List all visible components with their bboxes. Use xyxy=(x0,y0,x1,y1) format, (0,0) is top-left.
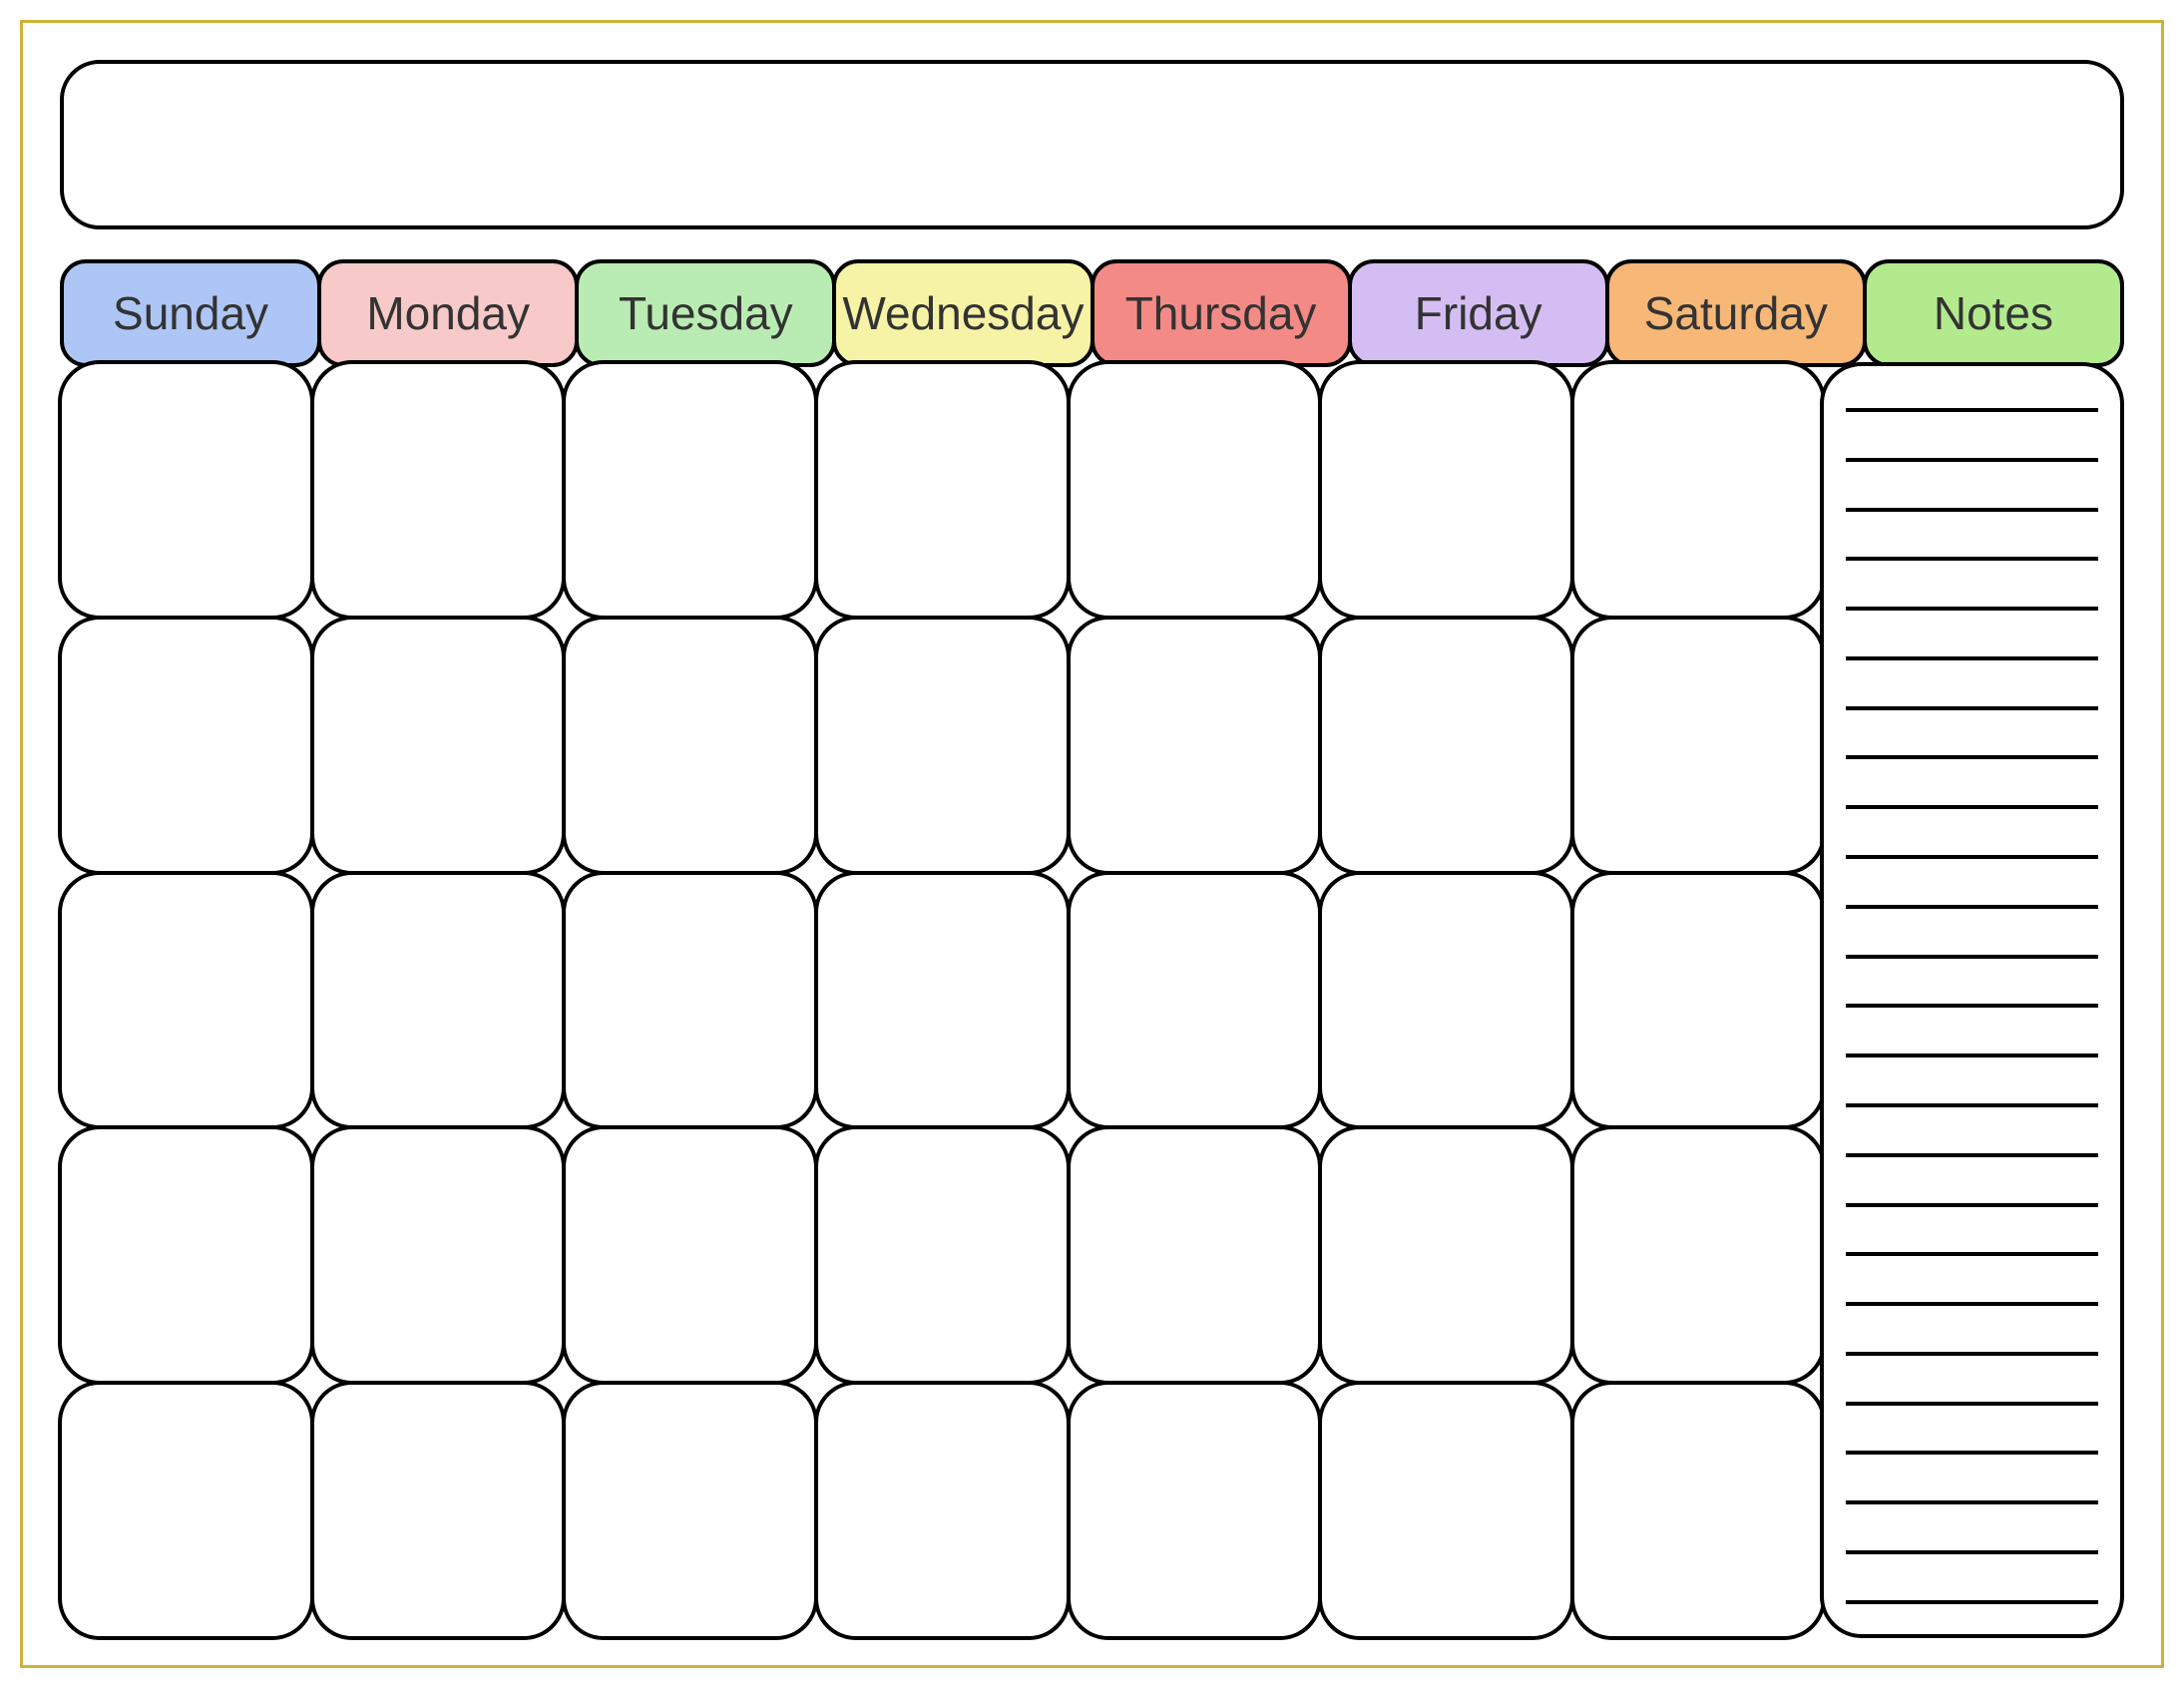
header-label: Monday xyxy=(366,286,530,340)
note-line xyxy=(1846,1402,2098,1406)
day-cell[interactable] xyxy=(1067,616,1323,875)
header-label: Notes xyxy=(1934,286,2053,340)
day-cell[interactable] xyxy=(58,1125,314,1385)
note-line xyxy=(1846,755,2098,759)
day-cell[interactable] xyxy=(58,871,314,1130)
note-line xyxy=(1846,1500,2098,1504)
note-line xyxy=(1846,1550,2098,1554)
day-cell[interactable] xyxy=(310,1125,567,1385)
calendar-template: Sunday Monday Tuesday Wednesday Thursday Frid… xyxy=(60,60,2124,1638)
note-line xyxy=(1846,1302,2098,1306)
header-saturday: Saturday xyxy=(1605,259,1867,367)
note-line xyxy=(1846,805,2098,809)
day-cell[interactable] xyxy=(1570,1381,1827,1640)
day-cell[interactable] xyxy=(562,1125,818,1385)
day-cell[interactable] xyxy=(58,360,314,620)
note-line xyxy=(1846,656,2098,660)
day-cell[interactable] xyxy=(1318,616,1574,875)
note-line xyxy=(1846,1153,2098,1157)
day-cell[interactable] xyxy=(562,871,818,1130)
calendar-grid xyxy=(60,362,1824,1638)
note-line xyxy=(1846,1252,2098,1256)
note-line xyxy=(1846,408,2098,412)
day-cell[interactable] xyxy=(1067,360,1323,620)
day-cell[interactable] xyxy=(814,360,1071,620)
note-line xyxy=(1846,1054,2098,1057)
month-title-box[interactable] xyxy=(60,60,2124,229)
header-label: Thursday xyxy=(1125,286,1317,340)
day-cell[interactable] xyxy=(814,871,1071,1130)
day-cell[interactable] xyxy=(1570,616,1827,875)
header-sunday: Sunday xyxy=(60,259,321,367)
day-cell[interactable] xyxy=(58,616,314,875)
day-cell[interactable] xyxy=(814,1381,1071,1640)
day-cell[interactable] xyxy=(1318,1381,1574,1640)
day-cell[interactable] xyxy=(562,1381,818,1640)
header-label: Saturday xyxy=(1644,286,1828,340)
header-label: Sunday xyxy=(113,286,268,340)
note-line xyxy=(1846,607,2098,611)
header-wednesday: Wednesday xyxy=(832,259,1093,367)
day-cell[interactable] xyxy=(310,360,567,620)
note-line xyxy=(1846,458,2098,462)
header-thursday: Thursday xyxy=(1091,259,1352,367)
notes-column[interactable] xyxy=(1820,362,2124,1638)
day-cell[interactable] xyxy=(1067,871,1323,1130)
note-line xyxy=(1846,508,2098,512)
note-line xyxy=(1846,557,2098,561)
note-line xyxy=(1846,1203,2098,1207)
note-line xyxy=(1846,1004,2098,1008)
note-line xyxy=(1846,1451,2098,1455)
header-label: Wednesday xyxy=(842,286,1084,340)
note-line xyxy=(1846,955,2098,959)
header-monday: Monday xyxy=(317,259,579,367)
day-cell[interactable] xyxy=(1318,871,1574,1130)
day-cell[interactable] xyxy=(1318,360,1574,620)
day-cell[interactable] xyxy=(310,1381,567,1640)
day-cell[interactable] xyxy=(562,616,818,875)
day-cell[interactable] xyxy=(1570,1125,1827,1385)
day-cell[interactable] xyxy=(562,360,818,620)
day-cell[interactable] xyxy=(1318,1125,1574,1385)
note-line xyxy=(1846,706,2098,710)
day-cell[interactable] xyxy=(1570,360,1827,620)
day-cell[interactable] xyxy=(1067,1125,1323,1385)
note-line xyxy=(1846,1600,2098,1604)
day-cell[interactable] xyxy=(58,1381,314,1640)
note-line xyxy=(1846,855,2098,859)
day-cell[interactable] xyxy=(814,1125,1071,1385)
header-label: Friday xyxy=(1415,286,1542,340)
day-cell[interactable] xyxy=(814,616,1071,875)
day-cell[interactable] xyxy=(310,616,567,875)
day-cell[interactable] xyxy=(310,871,567,1130)
note-line xyxy=(1846,1103,2098,1107)
weekday-header-row: Sunday Monday Tuesday Wednesday Thursday Frid… xyxy=(60,259,2124,367)
day-cell[interactable] xyxy=(1570,871,1827,1130)
header-label: Tuesday xyxy=(619,286,793,340)
note-line xyxy=(1846,1352,2098,1356)
day-cell[interactable] xyxy=(1067,1381,1323,1640)
header-tuesday: Tuesday xyxy=(575,259,836,367)
note-line xyxy=(1846,905,2098,909)
header-notes: Notes xyxy=(1863,259,2124,367)
header-friday: Friday xyxy=(1348,259,1609,367)
